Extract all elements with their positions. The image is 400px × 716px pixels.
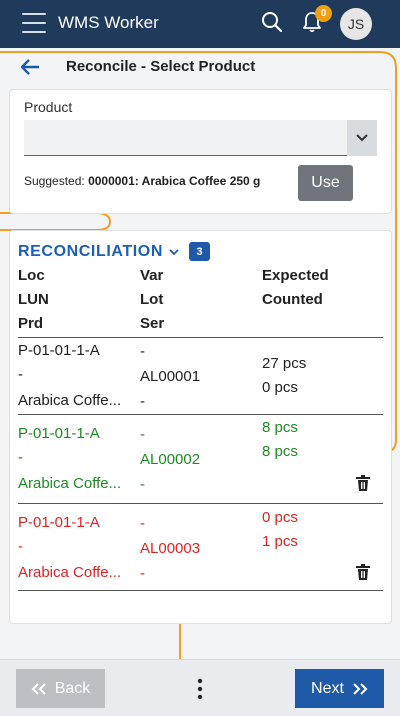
header-counted: Counted — [262, 291, 323, 308]
next-button[interactable]: Next — [295, 669, 384, 708]
trash-icon[interactable] — [356, 475, 370, 491]
cell-loc: P-01-01-1-A — [18, 425, 100, 442]
chevron-down-icon — [356, 134, 368, 142]
product-card: Product Suggested: 0000001: Arabica Coff… — [9, 89, 392, 214]
header-prd: Prd — [18, 315, 44, 332]
row-location-cell: P-01-01-1-A - Arabica Coffe... — [18, 422, 121, 496]
app-title: WMS Worker — [58, 13, 159, 32]
row-variant-cell: - AL00001 - — [140, 339, 200, 414]
notification-count-badge: 0 — [315, 5, 332, 22]
cell-ser: - — [140, 565, 145, 582]
cell-expected: 27 pcs — [262, 355, 307, 372]
cell-var: - — [140, 515, 145, 532]
back-button[interactable]: Back — [16, 669, 105, 708]
row-quantity-cell: 8 pcs 8 pcs — [262, 416, 298, 464]
hamburger-menu-icon[interactable] — [22, 13, 46, 33]
cell-loc: P-01-01-1-A — [18, 514, 100, 531]
back-button-label: Back — [54, 679, 91, 697]
header-ser: Ser — [140, 315, 165, 332]
product-label: Product — [24, 99, 73, 115]
row-separator — [18, 503, 383, 504]
row-variant-cell: - AL00002 - — [140, 422, 200, 497]
cell-expected: 8 pcs — [262, 419, 298, 436]
row-quantity-cell: 0 pcs 1 pcs — [262, 506, 298, 554]
suggested-value: 0000001: Arabica Coffee 250 g — [88, 174, 261, 188]
reconciliation-title: RECONCILIATION — [18, 242, 163, 260]
cell-var: - — [140, 426, 145, 443]
cell-expected: 0 pcs — [262, 509, 298, 526]
row-separator — [18, 590, 383, 591]
reconciliation-count-badge: 3 — [189, 242, 210, 261]
row-quantity-cell: 27 pcs 0 pcs — [262, 352, 306, 400]
trash-icon[interactable] — [356, 564, 370, 580]
cell-counted: 0 pcs — [262, 379, 298, 396]
cell-ser: - — [140, 393, 145, 410]
header-lot: Lot — [140, 291, 164, 308]
double-chevron-right-icon — [353, 682, 368, 695]
chevron-down-icon[interactable] — [169, 247, 179, 257]
row-separator — [18, 414, 383, 415]
cell-lun: - — [18, 449, 23, 466]
cell-prd: Arabica Coffe... — [18, 392, 122, 409]
suggested-prefix: Suggested: — [24, 174, 85, 188]
cell-lot: AL00001 — [140, 368, 201, 385]
header-expected: Expected — [262, 267, 329, 284]
search-icon[interactable] — [261, 11, 283, 33]
row-separator — [18, 337, 383, 338]
cell-var: - — [140, 343, 145, 360]
more-vertical-icon[interactable] — [196, 678, 204, 700]
double-chevron-left-icon — [31, 682, 46, 695]
top-app-bar: WMS Worker 0 JS — [0, 0, 400, 48]
header-col-location: Loc LUN Prd — [18, 264, 49, 336]
header-lun: LUN — [18, 291, 49, 308]
header-col-variant: Var Lot Ser — [140, 264, 164, 336]
reconciliation-header[interactable]: RECONCILIATION 3 — [18, 242, 210, 261]
cell-counted: 8 pcs — [262, 443, 298, 460]
cell-lun: - — [18, 538, 23, 555]
row-location-cell: P-01-01-1-A - Arabica Coffe... — [18, 511, 121, 585]
next-button-label: Next — [311, 679, 344, 697]
cell-prd: Arabica Coffe... — [18, 475, 122, 492]
header-loc: Loc — [18, 267, 45, 284]
product-select[interactable] — [24, 120, 377, 156]
select-dropdown-button[interactable] — [347, 120, 377, 156]
cell-ser: - — [140, 476, 145, 493]
row-location-cell: P-01-01-1-A - Arabica Coffe... — [18, 339, 121, 413]
bottom-action-bar: Back Next — [0, 659, 400, 716]
use-button[interactable]: Use — [298, 165, 353, 201]
cell-lot: AL00003 — [140, 540, 201, 557]
cell-loc: P-01-01-1-A — [18, 342, 100, 359]
header-col-quantity: Expected Counted — [262, 264, 329, 312]
row-variant-cell: - AL00003 - — [140, 511, 200, 586]
cell-lun: - — [18, 366, 23, 383]
user-avatar[interactable]: JS — [340, 8, 372, 40]
suggested-product: Suggested: 0000001: Arabica Coffee 250 g — [24, 174, 260, 188]
cell-counted: 1 pcs — [262, 533, 298, 550]
cell-prd: Arabica Coffe... — [18, 564, 122, 581]
cell-lot: AL00002 — [140, 451, 201, 468]
back-arrow-icon[interactable] — [19, 57, 41, 77]
page-title: Reconcile - Select Product — [66, 58, 256, 75]
header-var: Var — [140, 267, 164, 284]
reconciliation-card: RECONCILIATION 3 Loc LUN Prd Var Lot Ser… — [9, 230, 392, 624]
